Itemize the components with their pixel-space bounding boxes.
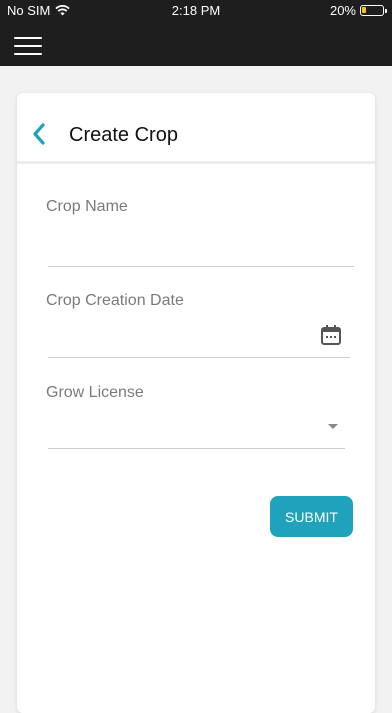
menu-line bbox=[14, 37, 42, 39]
submit-button[interactable]: SUBMIT bbox=[270, 496, 353, 537]
crop-name-input[interactable] bbox=[48, 233, 354, 267]
back-chevron-icon[interactable] bbox=[29, 121, 49, 147]
crop-name-label: Crop Name bbox=[46, 198, 128, 215]
create-crop-card: Create Crop Crop Name Crop Creation Date… bbox=[17, 93, 375, 713]
crop-creation-date-input[interactable] bbox=[48, 324, 350, 358]
hamburger-menu-icon[interactable] bbox=[14, 37, 42, 55]
app-header: No SIM 2:18 PM 20% bbox=[0, 0, 392, 66]
battery-icon bbox=[360, 5, 387, 16]
menu-line bbox=[14, 53, 42, 55]
grow-license-select[interactable] bbox=[48, 415, 345, 449]
page-title: Create Crop bbox=[69, 124, 178, 146]
dropdown-caret-icon[interactable] bbox=[328, 424, 338, 429]
battery-percent: 20% bbox=[329, 3, 356, 18]
grow-license-label: Grow License bbox=[46, 384, 144, 401]
card-header: Create Crop bbox=[17, 93, 375, 164]
status-right: 20% bbox=[329, 3, 387, 18]
menu-line bbox=[14, 45, 42, 47]
battery-level bbox=[362, 7, 366, 13]
crop-creation-date-label: Crop Creation Date bbox=[46, 292, 184, 309]
calendar-icon[interactable] bbox=[320, 324, 342, 346]
